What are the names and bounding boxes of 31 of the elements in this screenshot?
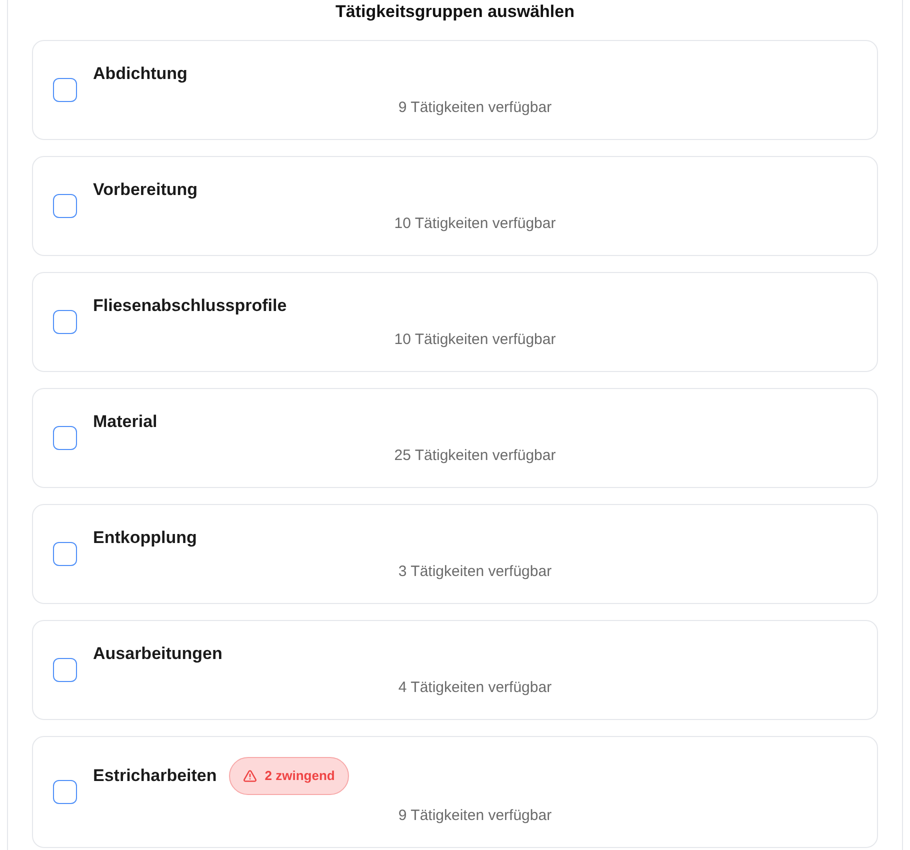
warning-icon [242, 769, 257, 783]
activity-count: 9 Tätigkeiten verfügbar [397, 98, 553, 118]
group-card[interactable]: Estricharbeiten 2 zwingend 9 Tätigkeiten verfügbar [32, 736, 878, 848]
checkbox[interactable] [53, 780, 77, 804]
group-card[interactable]: Material 25 Tätigkeiten verfügbar [32, 388, 878, 488]
checkbox[interactable] [53, 310, 77, 334]
checkbox[interactable] [53, 542, 77, 566]
group-card[interactable]: Vorbereitung 10 Tätigkeiten verfügbar [32, 156, 878, 256]
group-card[interactable]: Abdichtung 9 Tätigkeiten verfügbar [32, 40, 878, 140]
panel-title: Tätigkeitsgruppen auswählen [336, 1, 574, 23]
group-name: Fliesenabschlussprofile [93, 295, 287, 317]
required-badge: 2 zwingend [228, 757, 349, 795]
checkbox[interactable] [53, 78, 77, 102]
activity-count: 3 Tätigkeiten verfügbar [397, 562, 553, 582]
activity-count: 10 Tätigkeiten verfügbar [393, 214, 557, 234]
activity-count: 9 Tätigkeiten verfügbar [397, 806, 553, 826]
group-name: Ausarbeitungen [93, 643, 222, 665]
group-name: Abdichtung [93, 63, 188, 85]
checkbox[interactable] [53, 658, 77, 682]
group-card[interactable]: Fliesenabschlussprofile 10 Tätigkeiten verfügbar [32, 272, 878, 372]
group-name: Material [93, 411, 158, 433]
activity-count: 10 Tätigkeiten verfügbar [393, 330, 557, 350]
group-name: Entkopplung [93, 527, 197, 549]
group-card[interactable]: Entkopplung 3 Tätigkeiten verfügbar [32, 504, 878, 604]
group-name: Estricharbeiten [93, 765, 217, 787]
checkbox[interactable] [53, 426, 77, 450]
group-name: Vorbereitung [93, 179, 198, 201]
group-card[interactable]: Ausarbeitungen 4 Tätigkeiten verfügbar [32, 620, 878, 720]
activity-count: 4 Tätigkeiten verfügbar [397, 678, 553, 698]
checkbox[interactable] [53, 194, 77, 218]
activity-count: 25 Tätigkeiten verfügbar [393, 446, 557, 466]
